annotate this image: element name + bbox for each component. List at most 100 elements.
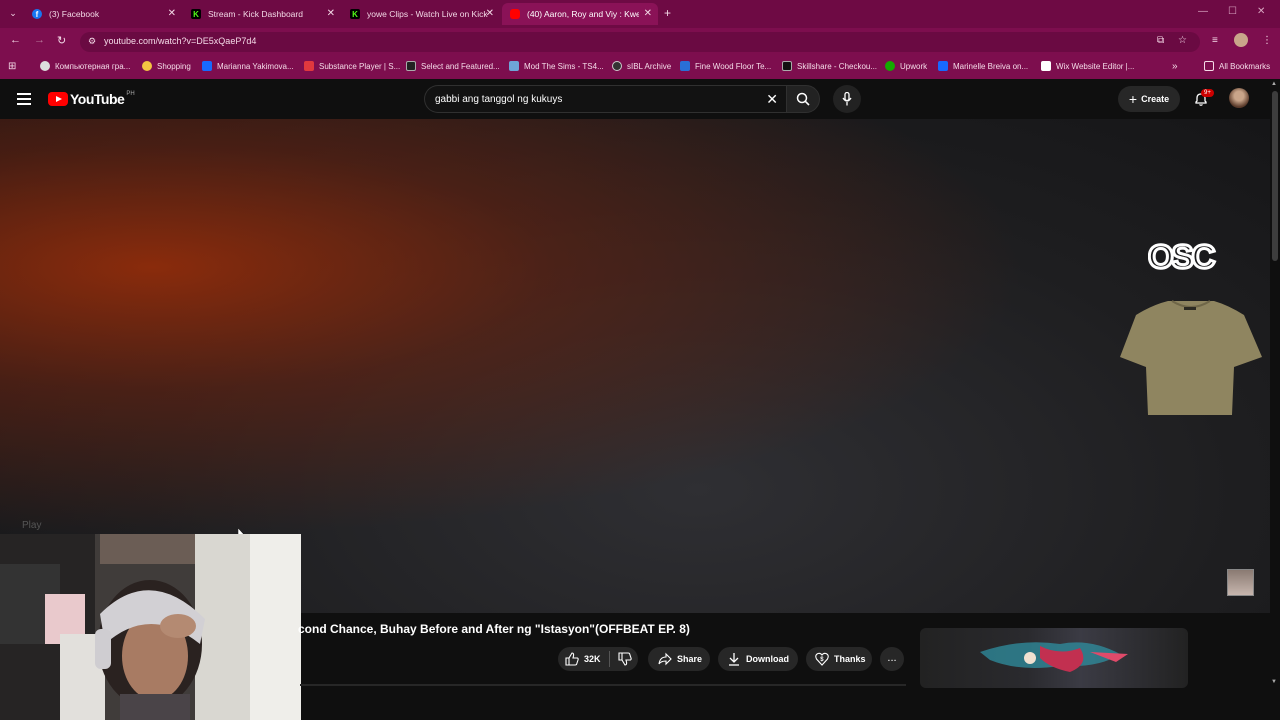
more-icon: ...: [887, 652, 897, 664]
tab-facebook[interactable]: f (3) Facebook ✕: [24, 3, 182, 25]
svg-text:$: $: [820, 657, 824, 663]
notification-badge: 9+: [1201, 89, 1214, 97]
install-app-icon[interactable]: ⧉: [1157, 35, 1164, 46]
share-icon: [658, 652, 672, 666]
channel-watermark[interactable]: [1227, 569, 1254, 596]
site-info-icon[interactable]: ⚙: [88, 36, 96, 47]
webcam-overlay: [0, 534, 301, 720]
tab-kick-dashboard[interactable]: K Stream - Kick Dashboard ✕: [183, 3, 341, 25]
tab-youtube[interactable]: (40) Aaron, Roy and Viy : Kwent ✕: [502, 3, 658, 25]
bookmarks-bar: ⊞ Компьютерная гра... Shopping Marianna …: [0, 55, 1280, 79]
voice-search-button[interactable]: [833, 85, 861, 113]
maximize-icon[interactable]: ☐: [1228, 6, 1237, 17]
bookmark-item[interactable]: Marianna Yakimova...: [202, 61, 294, 71]
address-bar[interactable]: ⚙ youtube.com/watch?v=DE5xQaeP7d4: [80, 32, 1200, 52]
search-button[interactable]: [786, 85, 820, 113]
account-avatar[interactable]: [1229, 88, 1249, 108]
thanks-label: Thanks: [834, 654, 866, 664]
share-button[interactable]: Share: [648, 647, 710, 671]
bookmark-label: Substance Player | S...: [319, 61, 401, 71]
progress-divider: [300, 684, 906, 686]
create-button[interactable]: + Create: [1118, 86, 1180, 112]
like-count: 32K: [584, 654, 601, 664]
microphone-icon: [842, 92, 852, 106]
profile-avatar-icon[interactable]: [1234, 33, 1248, 47]
bookmark-favicon: [40, 61, 50, 71]
youtube-logo[interactable]: YouTube PH: [48, 91, 135, 107]
tab-kick-clips[interactable]: K yowe Clips - Watch Live on Kick ✕: [342, 3, 500, 25]
close-tab-icon[interactable]: ✕: [168, 8, 176, 19]
bookmark-label: Fine Wood Floor Te...: [695, 61, 772, 71]
video-title: cond Chance, Buhay Before and After ng "…: [298, 622, 690, 636]
bookmark-label: Wix Website Editor |...: [1056, 61, 1135, 71]
apps-grid-icon[interactable]: ⊞: [8, 61, 16, 72]
bookmark-item[interactable]: Select and Featured...: [406, 61, 500, 71]
thumbnail-image: [980, 642, 1128, 672]
bookmark-item[interactable]: Substance Player | S...: [304, 61, 400, 71]
media-controls-icon[interactable]: ≡: [1212, 35, 1218, 46]
youtube-wordmark: YouTube: [70, 91, 125, 107]
bookmark-label: Skillshare - Checkou...: [797, 61, 878, 71]
bookmark-item[interactable]: Upwork: [885, 61, 927, 71]
bookmark-star-icon[interactable]: ☆: [1178, 35, 1187, 46]
like-dislike-group: 32K: [558, 647, 638, 671]
reload-icon[interactable]: ↻: [57, 34, 66, 47]
brand-logo: OSC: [1148, 239, 1218, 273]
bookmark-favicon: [1041, 61, 1051, 71]
more-actions-button[interactable]: ...: [880, 647, 904, 671]
close-tab-icon[interactable]: ✕: [486, 8, 494, 19]
new-tab-icon[interactable]: +: [664, 6, 671, 20]
page-scrollbar[interactable]: ▲ ▼: [1270, 79, 1280, 720]
like-button[interactable]: 32K: [565, 652, 601, 666]
bookmark-label: Select and Featured...: [421, 61, 500, 71]
minimize-icon[interactable]: —: [1198, 6, 1208, 17]
clear-search-icon[interactable]: ✕: [766, 91, 778, 108]
bookmark-favicon: [509, 61, 519, 71]
bookmark-label: Shopping: [157, 61, 191, 71]
youtube-play-icon: [48, 92, 68, 106]
tab-search-icon[interactable]: ⌄: [6, 6, 20, 20]
bookmark-favicon: [938, 61, 948, 71]
bookmark-label: Mod The Sims - TS4...: [524, 61, 604, 71]
bookmark-favicon: [406, 61, 416, 71]
recommended-video-thumbnail[interactable]: [920, 628, 1188, 688]
close-tab-icon[interactable]: ✕: [644, 8, 652, 19]
bookmark-item[interactable]: Marinelle Breiva on...: [938, 61, 1028, 71]
download-icon: [729, 653, 739, 666]
streamer-webcam-image: [0, 534, 301, 720]
youtube-icon: [510, 9, 520, 19]
all-bookmarks[interactable]: All Bookmarks: [1204, 61, 1270, 71]
bookmark-label: Marinelle Breiva on...: [953, 61, 1029, 71]
bookmark-item[interactable]: Mod The Sims - TS4...: [509, 61, 604, 71]
bookmark-favicon: [680, 61, 690, 71]
tab-title: Stream - Kick Dashboard: [208, 9, 303, 19]
thanks-button[interactable]: $ Thanks: [806, 647, 872, 671]
thumbs-down-icon[interactable]: [617, 652, 632, 666]
close-tab-icon[interactable]: ✕: [327, 8, 335, 19]
bookmark-item[interactable]: Wix Website Editor |...: [1041, 61, 1134, 71]
tshirt-product-image: [1120, 300, 1262, 415]
scrollbar-thumb[interactable]: [1272, 91, 1278, 261]
bookmark-item[interactable]: sIBL Archive: [612, 61, 671, 71]
bookmark-favicon: [612, 61, 622, 71]
kick-icon: K: [350, 9, 360, 19]
search-input[interactable]: gabbi ang tanggol ng kukuys ✕: [424, 85, 786, 113]
scroll-up-icon[interactable]: ▲: [1271, 81, 1277, 87]
bookmark-item[interactable]: Компьютерная гра...: [40, 61, 130, 71]
download-button[interactable]: Download: [718, 647, 798, 671]
menu-kebab-icon[interactable]: ⋮: [1262, 35, 1272, 46]
scroll-down-icon[interactable]: ▼: [1271, 679, 1277, 685]
forward-icon[interactable]: →: [34, 34, 45, 46]
search-icon: [796, 92, 810, 106]
bookmark-item[interactable]: Fine Wood Floor Te...: [680, 61, 771, 71]
chevron-right-icon[interactable]: »: [1172, 61, 1178, 72]
bookmark-label: Marianna Yakimova...: [217, 61, 294, 71]
bookmark-item[interactable]: Shopping: [142, 61, 191, 71]
window-close-icon[interactable]: ✕: [1257, 6, 1265, 17]
play-label[interactable]: Play: [22, 520, 41, 531]
bookmark-item[interactable]: Skillshare - Checkou...: [782, 61, 877, 71]
hamburger-menu-icon[interactable]: [17, 93, 31, 105]
bookmark-favicon: [782, 61, 792, 71]
back-icon[interactable]: ←: [10, 34, 21, 46]
share-label: Share: [677, 654, 703, 664]
